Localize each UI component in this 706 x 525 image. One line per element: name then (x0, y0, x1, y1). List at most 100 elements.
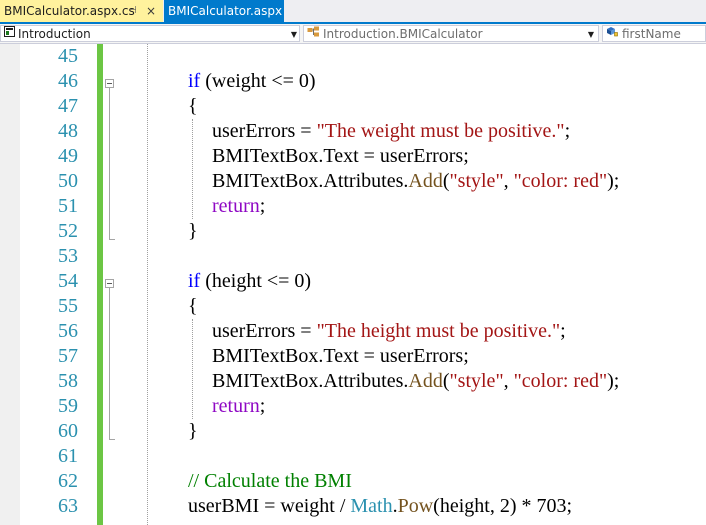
project-name: Introduction (18, 27, 91, 41)
code-token: return (212, 395, 260, 417)
tab-label: BMICalculator.aspx (168, 4, 283, 18)
code-token: { (188, 295, 198, 317)
code-line[interactable]: { (188, 294, 198, 319)
chevron-down-icon: ▼ (587, 30, 594, 39)
line-number: 52 (58, 220, 78, 242)
code-token: (height, 2) * 703; (433, 495, 573, 517)
code-token: userErrors = (212, 320, 317, 342)
line-number: 53 (58, 245, 78, 267)
line-number: 57 (58, 345, 78, 367)
line-number: 45 (58, 45, 78, 67)
code-token: // Calculate the BMI (188, 470, 352, 492)
code-token: BMITextBox.Text = userErrors; (212, 145, 469, 167)
indent-guide (192, 319, 193, 419)
line-number: 51 (58, 195, 78, 217)
line-number: 49 (58, 145, 78, 167)
code-line[interactable]: if (weight <= 0) (188, 69, 316, 94)
navigation-bar: Introduction ▼ Introduction.BMICalculato… (0, 24, 706, 44)
class-dropdown[interactable]: Introduction.BMICalculator ▼ (303, 25, 599, 42)
line-number: 59 (58, 395, 78, 417)
change-tracking-bar (97, 44, 103, 525)
code-line[interactable]: { (188, 94, 198, 119)
code-token: ( (442, 370, 450, 392)
code-token: userBMI = weight / (188, 495, 351, 517)
code-token: "The weight must be positive." (316, 120, 565, 142)
outline-line (109, 288, 110, 439)
outline-end (109, 239, 115, 240)
code-token: userErrors = (212, 120, 317, 142)
document-tab-strip: BMICalculator.aspx.cs ⊣ × BMICalculator.… (0, 0, 706, 24)
line-number: 47 (58, 95, 78, 117)
code-token: ; (259, 195, 266, 217)
code-editor[interactable]: 45 46 47 48 49 50 51 52 53 54 55 56 57 58 59 60 61 62 63 i… (0, 44, 706, 525)
code-token: , (503, 170, 514, 192)
line-number: 50 (58, 170, 78, 192)
field-icon (606, 26, 619, 41)
code-token: Add (408, 370, 443, 392)
code-token: ; (259, 395, 266, 417)
code-token: ); (607, 370, 620, 392)
code-line[interactable]: userErrors = "The weight must be positiv… (212, 119, 570, 144)
project-icon (4, 26, 15, 41)
outline-end (109, 439, 115, 440)
outline-line (109, 88, 110, 239)
code-token: { (188, 95, 198, 117)
code-line[interactable]: userErrors = "The height must be positiv… (212, 319, 566, 344)
collapse-toggle-icon[interactable] (105, 79, 114, 88)
code-line[interactable]: BMITextBox.Attributes.Add("style", "colo… (212, 369, 619, 394)
code-token: "style" (449, 370, 504, 392)
code-token: } (188, 420, 198, 442)
tab-label: BMICalculator.aspx.cs (4, 4, 135, 18)
code-token: (height <= 0) (200, 270, 312, 292)
code-token: if (188, 70, 201, 92)
member-dropdown[interactable]: firstName (602, 25, 706, 42)
code-token: Math (350, 495, 393, 517)
code-line[interactable]: } (188, 419, 198, 444)
code-line[interactable]: BMITextBox.Attributes.Add("style", "colo… (212, 169, 619, 194)
collapse-toggle-icon[interactable] (105, 279, 114, 288)
code-token: ( (442, 170, 450, 192)
project-dropdown[interactable]: Introduction ▼ (0, 25, 300, 42)
chevron-down-icon: ▼ (290, 30, 297, 39)
code-line[interactable]: BMITextBox.Text = userErrors; (212, 344, 469, 369)
code-line[interactable]: userBMI = weight / Math.Pow(height, 2) *… (188, 494, 572, 519)
tab-bmicalculator-aspx-cs[interactable]: BMICalculator.aspx.cs ⊣ × (0, 0, 163, 22)
code-token: "color: red" (513, 370, 608, 392)
code-token: ; (560, 320, 566, 342)
tab-bmicalculator-aspx[interactable]: BMICalculator.aspx (164, 0, 284, 22)
code-token: } (188, 220, 198, 242)
code-line[interactable]: } (188, 219, 198, 244)
line-number: 46 (58, 70, 78, 92)
code-token: "style" (449, 170, 504, 192)
code-line[interactable]: if (height <= 0) (188, 269, 311, 294)
class-name: Introduction.BMICalculator (323, 27, 483, 41)
indent-guide (192, 119, 193, 219)
code-line[interactable]: return; (212, 194, 265, 219)
code-token: "color: red" (513, 170, 608, 192)
code-line[interactable]: return; (212, 394, 265, 419)
indicator-margin (0, 44, 20, 525)
close-icon[interactable]: × (146, 0, 156, 22)
line-number: 58 (58, 370, 78, 392)
code-token: BMITextBox.Text = userErrors; (212, 345, 469, 367)
code-line[interactable]: // Calculate the BMI (188, 469, 352, 494)
code-token: BMITextBox.Attributes. (212, 370, 409, 392)
line-number: 56 (58, 320, 78, 342)
line-number: 55 (58, 295, 78, 317)
code-token: if (188, 270, 201, 292)
line-number: 63 (58, 495, 78, 517)
class-icon (307, 26, 320, 41)
code-token: return (212, 195, 260, 217)
line-number: 60 (58, 420, 78, 442)
code-token: ); (607, 170, 620, 192)
member-name: firstName (622, 27, 681, 41)
code-line[interactable]: BMITextBox.Text = userErrors; (212, 144, 469, 169)
code-token: Add (408, 170, 443, 192)
pin-icon[interactable]: ⊣ (128, 0, 137, 22)
indent-guide (147, 44, 148, 525)
code-token: Pow (397, 495, 434, 517)
line-number: 54 (58, 270, 78, 292)
code-token: "The height must be positive." (316, 320, 561, 342)
line-number: 61 (58, 445, 78, 467)
code-token: BMITextBox.Attributes. (212, 170, 409, 192)
